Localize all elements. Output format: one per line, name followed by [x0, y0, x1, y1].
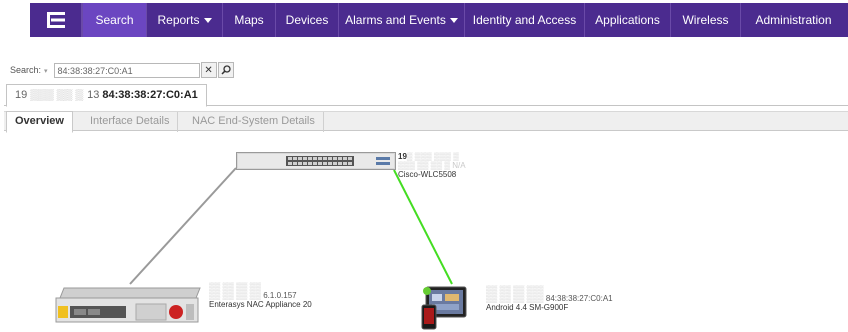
- network-switch-icon: [236, 152, 396, 170]
- nav-identity-label: Identity and Access: [472, 13, 577, 27]
- nav-identity-access[interactable]: Identity and Access: [464, 3, 584, 37]
- nav-administration[interactable]: Administration: [740, 3, 846, 37]
- tab-nac-label: NAC End-System Details: [192, 115, 315, 127]
- nav-alarms-events[interactable]: Alarms and Events: [338, 3, 464, 37]
- android-label: ▒▒ ▒▒ ▒▒ ▒▒▒ ▒▒ ▒▒ ▒▒ ▒▒▒ 84:38:38:27:C0…: [486, 285, 613, 312]
- chevron-down-icon: [449, 17, 458, 23]
- redacted-text: ▒ ▒▒▒ ▒▒▒ ▒: [406, 152, 459, 161]
- switch-device[interactable]: [236, 152, 396, 170]
- search-button[interactable]: [217, 62, 234, 78]
- result-tabs: 19 ▒▒▒ ▒▒ ▒ 13 84:38:38:27:C0:A1: [4, 84, 848, 107]
- switch-ip: 19▒ ▒▒▒ ▒▒▒ ▒: [398, 152, 466, 161]
- redacted-text: ▒▒ ▒▒ ▒▒ ▒▒: [209, 282, 262, 291]
- nac-subline: ▒▒ ▒▒ ▒▒ ▒▒ 6.1.0.157: [209, 291, 312, 300]
- chevron-down-icon: [203, 17, 212, 23]
- nav-reports[interactable]: Reports: [146, 3, 222, 37]
- app-root: Search Reports Maps Devices Alarms and E…: [0, 0, 848, 332]
- nav-devices[interactable]: Devices: [275, 3, 338, 37]
- tab-end-system[interactable]: 19 ▒▒▒ ▒▒ ▒ 13 84:38:38:27:C0:A1: [6, 84, 207, 107]
- nav-wireless-label: Wireless: [682, 13, 729, 27]
- nav-maps[interactable]: Maps: [222, 3, 275, 37]
- chevron-down-icon: ▾: [44, 68, 48, 75]
- nac-name: Enterasys NAC Appliance 20: [209, 300, 312, 309]
- android-name: Android 4.4 SM-G900F: [486, 303, 569, 312]
- switch-label: 19▒ ▒▒▒ ▒▒▒ ▒ ▒▒▒ ▒▒ ▒▒ ▒ N/A Cisco-WLC5…: [398, 152, 466, 179]
- nav-search[interactable]: Search: [82, 3, 146, 37]
- nav-maps-label: Maps: [234, 13, 264, 27]
- search-label: Search:: [10, 65, 42, 75]
- tab-mac-address: 84:38:38:27:C0:A1: [102, 89, 198, 101]
- android-mac: 84:38:38:27:C0:A1: [545, 294, 613, 303]
- nac-label: ▒▒ ▒▒ ▒▒ ▒▒ ▒▒ ▒▒ ▒▒ ▒▒ 6.1.0.157 Entera…: [209, 282, 312, 309]
- android-device[interactable]: [420, 285, 468, 331]
- switch-ip-text: 19: [398, 152, 407, 161]
- search-input[interactable]: 84:38:38:27:C0:A1: [53, 62, 200, 78]
- nav-alarms-label: Alarms and Events: [345, 13, 446, 27]
- switch-name: Cisco-WLC5508: [398, 170, 457, 179]
- nav-search-label: Search: [95, 13, 134, 27]
- search-icon: [221, 65, 231, 75]
- android-subline: ▒▒ ▒▒ ▒▒ ▒▒▒ 84:38:38:27:C0:A1: [486, 294, 613, 303]
- nac-appliance-device[interactable]: [52, 284, 204, 326]
- clear-search-button[interactable]: ✕: [200, 62, 217, 78]
- redacted-text: ▒▒ ▒▒ ▒▒ ▒▒▒: [486, 285, 544, 294]
- tab-overview-label: Overview: [15, 115, 64, 127]
- nav-applications-label: Applications: [595, 13, 660, 27]
- switch-subline: ▒▒▒ ▒▒ ▒▒ ▒ N/A: [398, 161, 466, 170]
- nav-devices-label: Devices: [285, 13, 329, 27]
- search-input-value: 84:38:38:27:C0:A1: [57, 65, 133, 76]
- search-bar: Search: ▾ 84:38:38:27:C0:A1 ✕: [10, 62, 234, 78]
- search-type-select[interactable]: Search: ▾: [10, 65, 48, 75]
- tab-interface-details[interactable]: Interface Details: [82, 112, 179, 132]
- nac-version: 6.1.0.157: [263, 291, 297, 300]
- redacted-text: ▒▒▒ ▒▒ ▒: [30, 89, 84, 101]
- redacted-text: ▒▒▒ ▒▒ ▒▒ ▒: [398, 161, 453, 170]
- tab-ip-suffix: 13: [87, 89, 100, 101]
- tab-overview[interactable]: Overview: [6, 111, 73, 133]
- close-icon: ✕: [204, 64, 213, 76]
- nav-wireless[interactable]: Wireless: [670, 3, 740, 37]
- nav-applications[interactable]: Applications: [584, 3, 670, 37]
- tab-nac-end-system-details[interactable]: NAC End-System Details: [184, 112, 324, 132]
- mobile-device-icon: [421, 286, 467, 330]
- extreme-logo-icon: [46, 12, 65, 28]
- nav-administration-label: Administration: [755, 13, 832, 27]
- tab-ip-prefix: 19: [15, 89, 28, 101]
- logo[interactable]: [30, 3, 82, 37]
- server-appliance-icon: [55, 287, 201, 323]
- redacted-text: ▒▒ ▒▒ ▒▒ ▒▒: [209, 291, 264, 300]
- switch-subline-text: N/A: [452, 161, 466, 170]
- nav-reports-label: Reports: [157, 13, 200, 27]
- tab-interface-label: Interface Details: [90, 115, 170, 127]
- link-switch-nac: [129, 167, 237, 285]
- redacted-text: ▒▒ ▒▒ ▒▒ ▒▒▒: [486, 294, 546, 303]
- link-switch-android: [393, 169, 453, 285]
- top-navigation: Search Reports Maps Devices Alarms and E…: [30, 3, 848, 37]
- detail-tabs: Overview Interface Details NAC End-Syste…: [4, 111, 848, 133]
- topology-view: 19▒ ▒▒▒ ▒▒▒ ▒ ▒▒▒ ▒▒ ▒▒ ▒ N/A Cisco-WLC5…: [0, 132, 848, 332]
